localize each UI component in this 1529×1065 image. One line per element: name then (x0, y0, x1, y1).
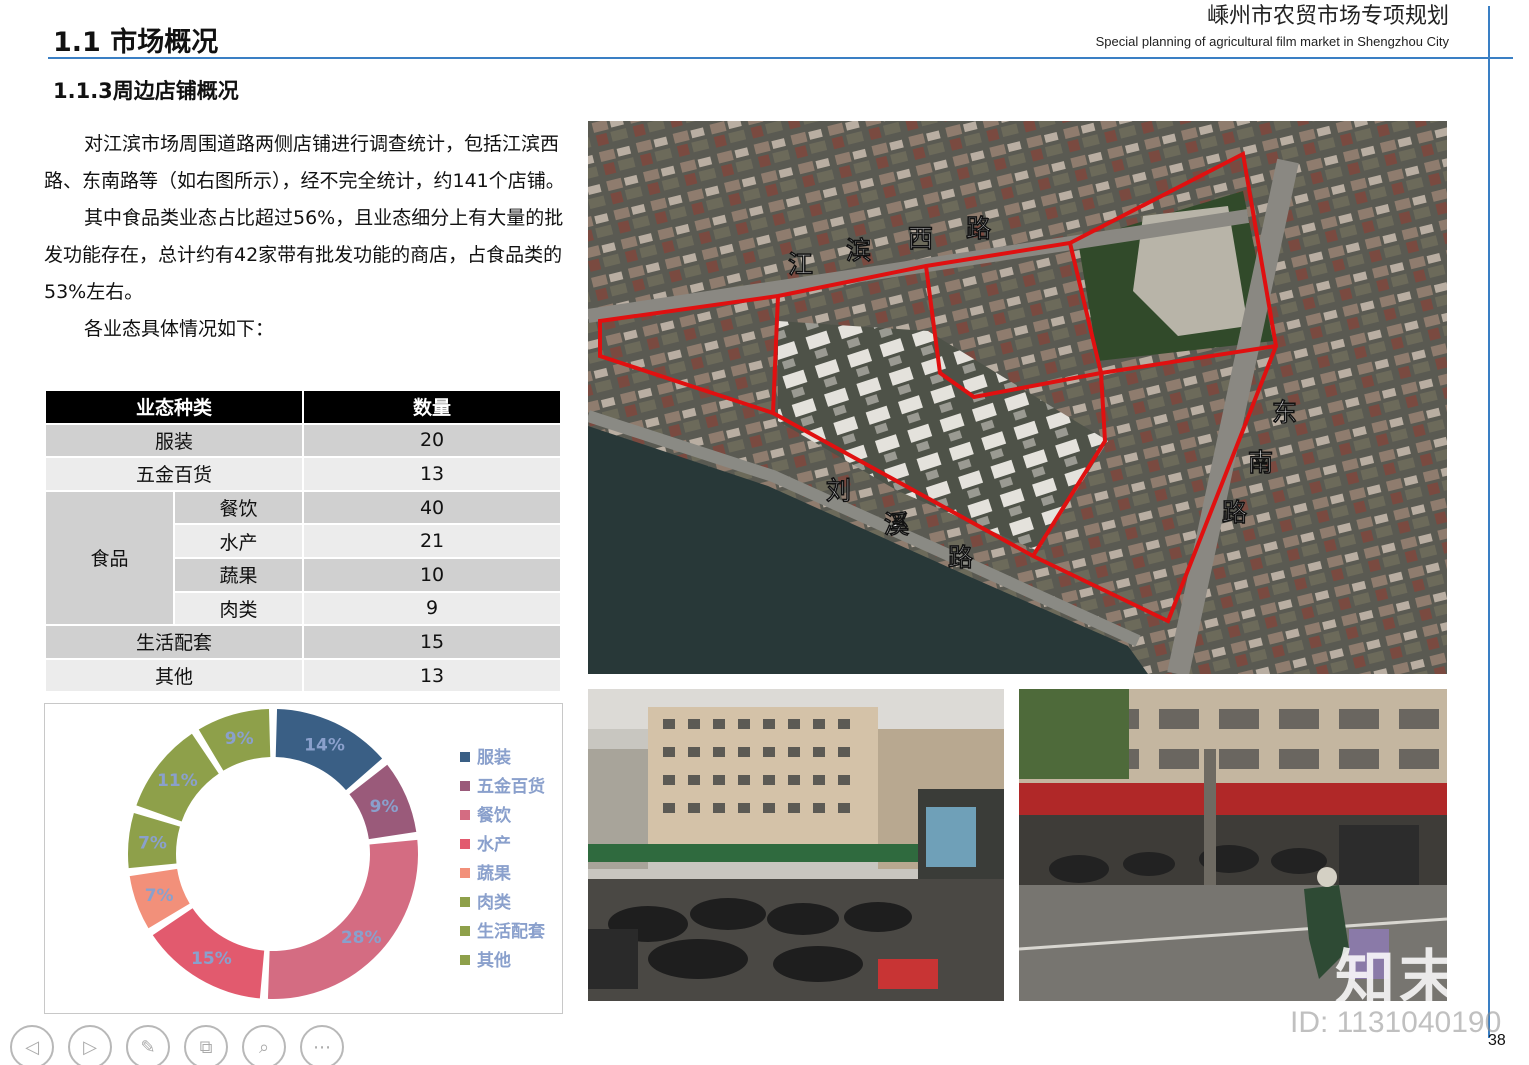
page-number: 38 (1488, 1032, 1506, 1049)
row-name: 生活配套 (46, 626, 303, 658)
doc-header: 嵊州市农贸市场专项规划 Special planning of agricult… (1096, 2, 1449, 52)
road-label: 路 (966, 214, 992, 243)
row-name: 餐饮 (175, 491, 303, 524)
road-label: 路 (948, 543, 974, 572)
legend-label: 服装 (477, 747, 511, 768)
row-name: 五金百货 (46, 458, 303, 490)
row-count: 13 (304, 458, 560, 490)
legend-label: 肉类 (477, 892, 512, 913)
road-label: 路 (1222, 498, 1248, 527)
road-label: 西 (908, 224, 933, 253)
slice-data-label: 11% (157, 771, 198, 791)
legend-label: 五金百货 (477, 776, 545, 797)
table-row: 其他 13 (46, 659, 560, 692)
paragraph-intro: 各业态具体情况如下： (84, 318, 275, 340)
table-row: 五金百货 13 (46, 458, 560, 490)
row-name: 水产 (175, 525, 303, 557)
road-label: 江 (788, 250, 813, 279)
legend-swatch (460, 781, 470, 791)
legend-swatch (460, 897, 470, 907)
slice-data-label: 7% (138, 834, 167, 854)
photo-image (588, 689, 1004, 1001)
legend-swatch (460, 926, 470, 936)
business-type-table: 业态种类 数量 服装 20 五金百货 13 食品 餐饮 40 水产 21 蔬果 … (44, 389, 562, 693)
next-icon[interactable]: ▷ (68, 1025, 112, 1065)
road-label: 刘 (826, 476, 851, 505)
subsection-title: 1.1.3周边店铺概况 (53, 79, 239, 103)
food-group-cell: 食品 (46, 491, 174, 625)
road-label: 滨 (846, 236, 871, 265)
row-name: 服装 (46, 424, 303, 457)
doc-title: 嵊州市农贸市场专项规划 (1206, 4, 1449, 29)
legend-label: 水产 (477, 834, 511, 855)
table-row: 生活配套 15 (46, 626, 560, 658)
donut-slice (267, 839, 419, 999)
legend-swatch (460, 955, 470, 965)
zoom-icon[interactable]: ⌕ (242, 1025, 286, 1065)
table-header-row: 业态种类 数量 (46, 391, 560, 423)
business-share-chart: 14% 9% 28% 15% 7% 7% 11% 9% 服装五金百货餐饮水产蔬果肉类生活配套其他 (44, 703, 563, 1014)
table-row: 服装 20 (46, 424, 560, 457)
copy-icon[interactable]: ⧉ (184, 1025, 228, 1065)
donut-chart: 14% 9% 28% 15% 7% 7% 11% 9% 服装五金百货餐饮水产蔬果肉类生活配套其他 (127, 709, 546, 999)
watermark-logo: 知末 (1335, 944, 1463, 1014)
row-count: 13 (304, 659, 560, 692)
section-title: 1.1 市场概况 (53, 27, 219, 58)
legend-swatch (460, 810, 470, 820)
body-text: 对江滨市场周围道路两侧店铺进行调查统计，包括江滨西路、东南路等（如右图所示），经… (44, 126, 566, 348)
road-label: 东 (1272, 398, 1297, 427)
row-count: 40 (304, 491, 560, 524)
header-divider (48, 57, 1513, 59)
doc-subtitle: Special planning of agricultural film ma… (1095, 34, 1449, 49)
row-name: 其他 (46, 659, 303, 692)
legend-label: 生活配套 (477, 921, 546, 942)
watermark-id: ID: 1131040190 (1290, 1006, 1502, 1039)
slice-data-label: 9% (225, 729, 254, 749)
row-count: 9 (304, 592, 560, 625)
slice-data-label: 14% (304, 736, 345, 756)
legend-swatch (460, 868, 470, 878)
vertical-divider (1488, 6, 1490, 1038)
row-count: 15 (304, 626, 560, 658)
prev-icon[interactable]: ◁ (10, 1025, 54, 1065)
slice-data-label: 7% (145, 886, 174, 906)
paragraph-survey: 对江滨市场周围道路两侧店铺进行调查统计，包括江滨西路、东南路等（如右图所示），经… (44, 133, 565, 192)
slice-data-label: 9% (370, 797, 399, 817)
market-street-photo (588, 689, 1004, 1001)
viewer-toolbar: ◁ ▷ ✎ ⧉ ⌕ ⋯ (10, 1025, 344, 1065)
legend-label: 餐饮 (477, 805, 512, 826)
more-icon[interactable]: ⋯ (300, 1025, 344, 1065)
satellite-map: 江 滨 西 路 东 南 路 刘 溪 路 (588, 121, 1447, 674)
pen-icon[interactable]: ✎ (126, 1025, 170, 1065)
table-row: 食品 餐饮 40 (46, 491, 560, 625)
row-count: 21 (304, 525, 560, 557)
paragraph-food: 其中食品类业态占比超过56%，且业态细分上有大量的批发功能存在，总计约有42家带… (44, 207, 564, 303)
header-type: 业态种类 (46, 391, 303, 423)
row-count: 20 (304, 424, 560, 457)
slice-data-label: 28% (341, 928, 382, 948)
row-count: 10 (304, 558, 560, 591)
legend-swatch (460, 839, 470, 849)
row-name: 蔬果 (175, 558, 303, 591)
row-name: 肉类 (175, 592, 303, 625)
legend-swatch (460, 752, 470, 762)
header-count: 数量 (304, 391, 560, 423)
legend-label: 其他 (477, 950, 511, 971)
map-image: 江 滨 西 路 东 南 路 刘 溪 路 (588, 121, 1447, 674)
slice-data-label: 15% (191, 949, 232, 969)
road-label: 南 (1248, 448, 1273, 477)
road-label: 溪 (884, 510, 910, 539)
legend-label: 蔬果 (477, 864, 511, 884)
